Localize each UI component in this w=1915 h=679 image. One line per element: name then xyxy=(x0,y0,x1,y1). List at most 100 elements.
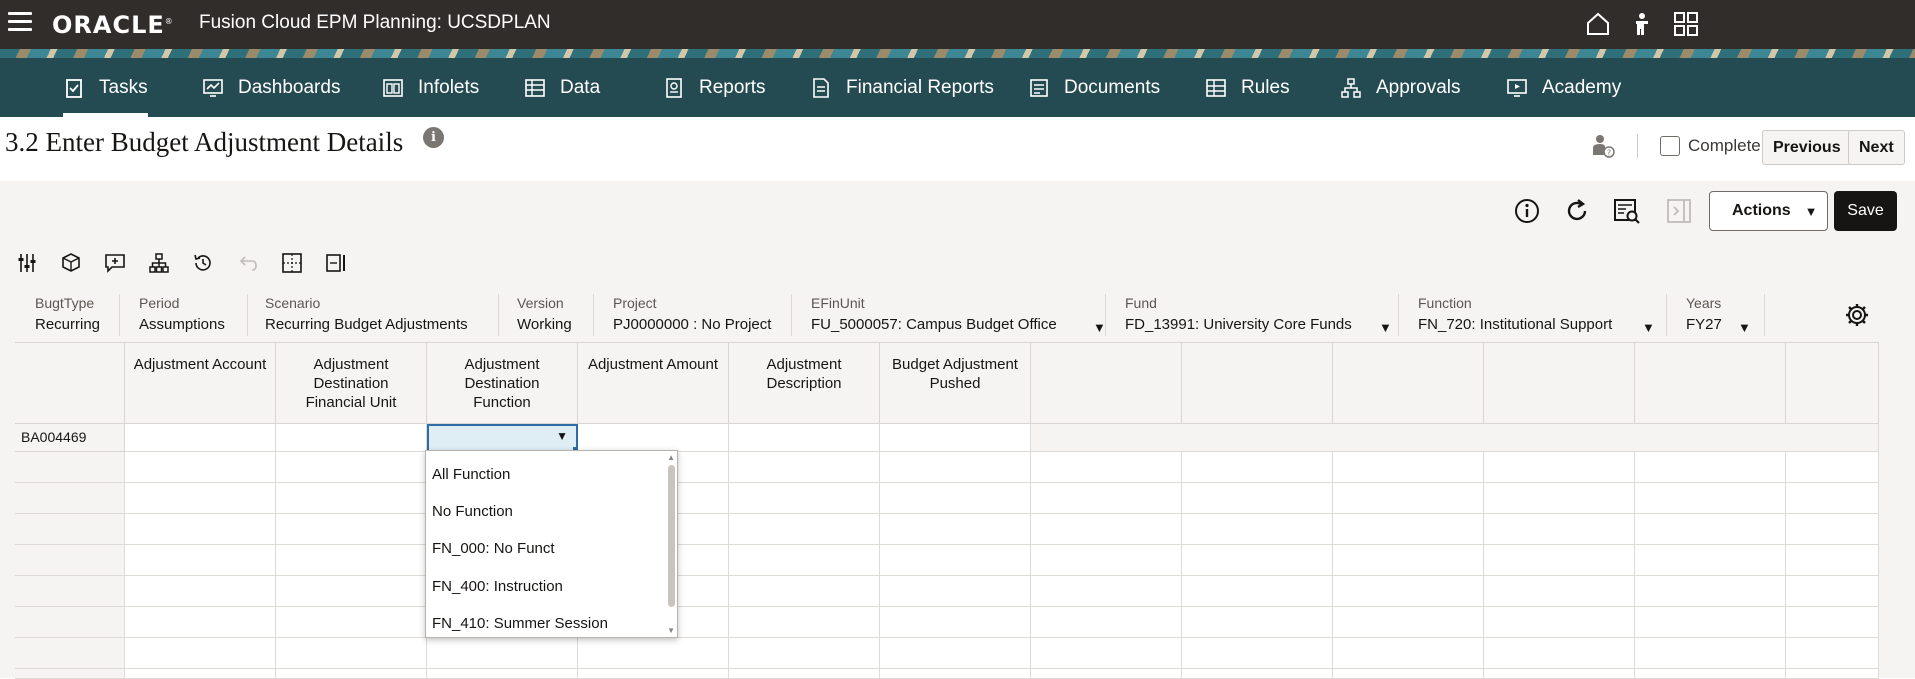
grid-cell[interactable] xyxy=(276,424,427,452)
grid-cell[interactable] xyxy=(1031,576,1182,607)
grid-cell[interactable] xyxy=(1786,607,1879,638)
nav-financial-reports[interactable]: Financial Reports xyxy=(810,58,994,117)
grid-cell[interactable] xyxy=(276,638,427,669)
dropdown-option[interactable]: FN_400: Instruction xyxy=(432,578,563,595)
nav-academy[interactable]: Academy xyxy=(1506,58,1621,117)
grid-cell[interactable] xyxy=(1484,483,1635,514)
grid-cell[interactable] xyxy=(1333,638,1484,669)
history-icon[interactable] xyxy=(192,252,214,274)
grid-cell[interactable] xyxy=(729,424,880,452)
grid-cell[interactable] xyxy=(1484,607,1635,638)
grid-cell[interactable] xyxy=(1786,514,1879,545)
grid-cell[interactable] xyxy=(880,483,1031,514)
information-icon[interactable] xyxy=(1512,196,1542,226)
grid-cell[interactable] xyxy=(729,607,880,638)
column-header[interactable]: Adjustment Amount xyxy=(578,343,729,424)
nav-rules[interactable]: Rules xyxy=(1205,58,1290,117)
nav-approvals[interactable]: Approvals xyxy=(1340,58,1461,117)
grid-cell[interactable] xyxy=(729,545,880,576)
grid-cell[interactable] xyxy=(1484,452,1635,483)
caret-down-icon[interactable]: ▼ xyxy=(1642,320,1655,335)
hierarchy-icon[interactable] xyxy=(148,252,170,274)
person-help-icon[interactable]: ? xyxy=(1590,133,1616,159)
grid-cell[interactable] xyxy=(1333,607,1484,638)
dropdown-scrollbar[interactable] xyxy=(668,465,675,607)
nav-documents[interactable]: Documents xyxy=(1028,58,1160,117)
column-header[interactable]: Adjustment Destination Function xyxy=(427,343,578,424)
grid-cell[interactable] xyxy=(1182,576,1333,607)
grid-cell[interactable] xyxy=(1182,607,1333,638)
grid-select-icon[interactable] xyxy=(281,252,303,274)
grid-cell[interactable] xyxy=(880,545,1031,576)
grid-cell[interactable] xyxy=(1031,545,1182,576)
grid-cell[interactable] xyxy=(1786,483,1879,514)
grid-cell[interactable] xyxy=(125,452,276,483)
grid-cell[interactable] xyxy=(880,607,1031,638)
grid-cell[interactable] xyxy=(1635,576,1786,607)
function-dropdown-list[interactable]: All Function No Function FN_000: No Func… xyxy=(425,450,678,638)
grid-cell[interactable] xyxy=(1484,514,1635,545)
scroll-up-icon[interactable]: ▲ xyxy=(667,453,675,462)
grid-cell[interactable] xyxy=(1333,452,1484,483)
grid-cell[interactable] xyxy=(427,638,578,669)
dropdown-option[interactable]: FN_410: Summer Session xyxy=(432,615,608,632)
grid-cell[interactable] xyxy=(880,514,1031,545)
nav-tasks[interactable]: Tasks xyxy=(63,58,148,117)
column-layout-icon[interactable] xyxy=(325,252,347,274)
grid-cell[interactable] xyxy=(125,514,276,545)
grid-cell[interactable] xyxy=(1786,638,1879,669)
grid-cell[interactable] xyxy=(1031,638,1182,669)
grid-cell[interactable] xyxy=(1484,638,1635,669)
caret-down-icon[interactable]: ▼ xyxy=(1093,320,1106,335)
inspect-icon[interactable] xyxy=(1612,196,1642,226)
next-button[interactable]: Next xyxy=(1848,130,1905,165)
grid-cell[interactable] xyxy=(1182,452,1333,483)
grid-cell[interactable] xyxy=(1031,452,1182,483)
navigator-grid-icon[interactable] xyxy=(1672,10,1700,38)
nav-data[interactable]: Data xyxy=(524,58,600,117)
column-header[interactable]: Adjustment Destination Financial Unit xyxy=(276,343,427,424)
home-icon[interactable] xyxy=(1584,10,1612,38)
function-dropdown-cell[interactable]: ▼ xyxy=(427,424,579,453)
grid-cell[interactable] xyxy=(1484,576,1635,607)
caret-down-icon[interactable]: ▼ xyxy=(1379,320,1392,335)
grid-cell[interactable] xyxy=(578,424,729,452)
accessibility-icon[interactable] xyxy=(1628,10,1656,38)
grid-cell[interactable] xyxy=(1031,607,1182,638)
grid-cell[interactable] xyxy=(1182,483,1333,514)
sliders-icon[interactable] xyxy=(16,252,38,274)
grid-cell[interactable] xyxy=(1182,638,1333,669)
grid-cell[interactable] xyxy=(1635,483,1786,514)
grid-cell[interactable] xyxy=(1333,483,1484,514)
grid-cell[interactable] xyxy=(276,576,427,607)
grid-cell[interactable] xyxy=(125,576,276,607)
grid-cell[interactable] xyxy=(729,576,880,607)
caret-down-icon[interactable]: ▼ xyxy=(1738,320,1751,335)
scroll-down-icon[interactable]: ▼ xyxy=(667,626,675,635)
grid-cell[interactable] xyxy=(125,424,276,452)
nav-infolets[interactable]: Infolets xyxy=(382,58,479,117)
grid-cell[interactable] xyxy=(1786,545,1879,576)
grid-cell[interactable] xyxy=(1786,576,1879,607)
hamburger-menu-icon[interactable] xyxy=(8,12,32,32)
column-header[interactable]: Budget Adjustment Pushed xyxy=(880,343,1031,424)
grid-cell[interactable] xyxy=(276,514,427,545)
grid-cell[interactable] xyxy=(1333,545,1484,576)
grid-cell[interactable] xyxy=(1182,514,1333,545)
grid-cell[interactable] xyxy=(125,607,276,638)
grid-cell[interactable] xyxy=(1635,545,1786,576)
grid-cell[interactable] xyxy=(880,638,1031,669)
grid-cell[interactable] xyxy=(1333,514,1484,545)
pov-efinunit[interactable]: EFinUnit FU_5000057: Campus Budget Offic… xyxy=(811,288,1106,342)
grid-cell[interactable] xyxy=(1635,638,1786,669)
caret-down-icon[interactable]: ▼ xyxy=(556,429,568,443)
grid-cell[interactable] xyxy=(1031,514,1182,545)
complete-checkbox[interactable] xyxy=(1660,136,1680,156)
grid-cell[interactable] xyxy=(880,452,1031,483)
save-button[interactable]: Save xyxy=(1834,191,1897,231)
gear-icon[interactable] xyxy=(1844,302,1870,328)
pov-years[interactable]: Years FY27 ▼ xyxy=(1686,288,1756,342)
actions-menu-button[interactable]: Actions ▼ xyxy=(1709,191,1828,231)
grid-cell[interactable] xyxy=(729,638,880,669)
grid-cell[interactable] xyxy=(1031,483,1182,514)
